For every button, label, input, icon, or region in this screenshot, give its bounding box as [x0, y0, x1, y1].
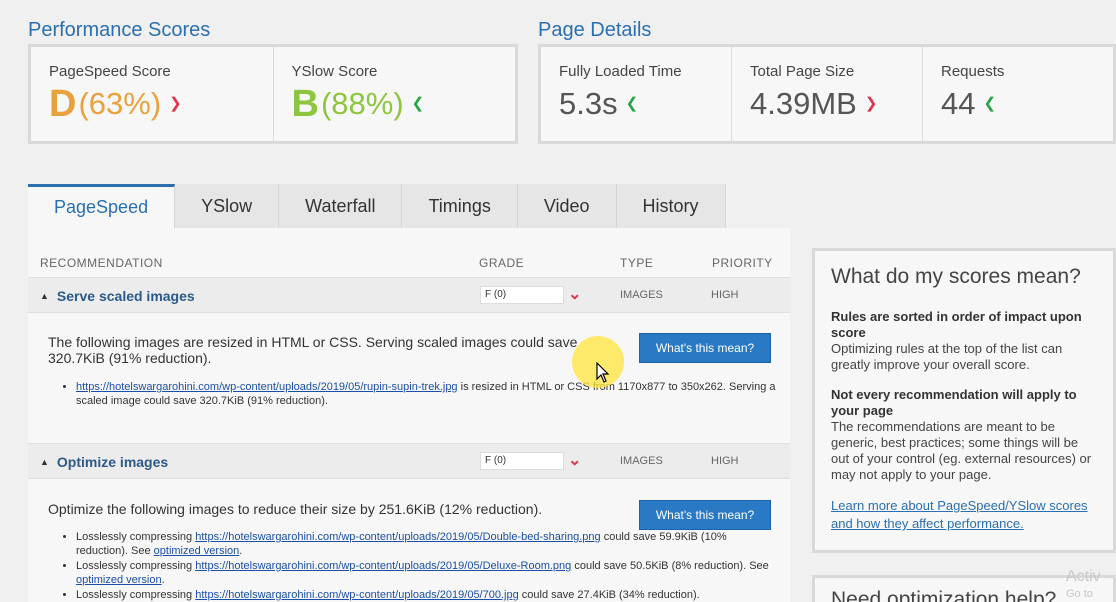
trend-up-icon: ❮ [625, 95, 639, 112]
page-size-cell: Total Page Size 4.39MB ❯ [732, 47, 923, 141]
scores-explanation-panel: What do my scores mean? Rules are sorted… [812, 248, 1116, 553]
performance-scores-panel: PageSpeed Score D (63%) ❯ YSlow Score B … [28, 44, 518, 144]
recommendation-title[interactable]: Serve scaled images [57, 288, 195, 304]
yslow-grade: B [291, 83, 319, 125]
recommendation-description: Optimize the following images to reduce … [48, 501, 543, 517]
recommendation-title[interactable]: Optimize images [57, 454, 168, 470]
pagespeed-grade: D [49, 83, 77, 125]
list-item: Losslessly compressing https://hotelswar… [76, 588, 776, 602]
sidebar-text-2: The recommendations are meant to be gene… [831, 419, 1092, 482]
requests-cell: Requests 44 ❮ [923, 47, 1113, 141]
col-header-grade: GRADE [479, 256, 525, 270]
recommendation-description: The following images are resized in HTML… [48, 334, 578, 366]
tab-timings[interactable]: Timings [402, 184, 518, 228]
recommendation-details: https://hotelswargarohini.com/wp-content… [76, 380, 776, 409]
tab-video[interactable]: Video [517, 184, 617, 228]
activation-watermark: Activ [1066, 568, 1101, 585]
recommendation-row[interactable]: ▲ Optimize images F (0) ⌄ IMAGES HIGH [28, 443, 790, 479]
collapse-caret-icon[interactable]: ▲ [40, 457, 49, 467]
expand-chevron-icon[interactable]: ⌄ [568, 284, 581, 304]
load-time-cell: Fully Loaded Time 5.3s ❮ [541, 47, 732, 141]
tab-waterfall[interactable]: Waterfall [279, 184, 403, 228]
pagespeed-score-label: PageSpeed Score [49, 63, 171, 80]
page-size-value: 4.39MB [750, 86, 857, 121]
whats-this-mean-button[interactable]: What's this mean? [639, 500, 771, 530]
grade-bar: F (0) [480, 452, 564, 470]
mouse-cursor-icon [596, 362, 610, 383]
page-details-title: Page Details [538, 19, 652, 41]
pagespeed-score-cell: PageSpeed Score D (63%) ❯ [31, 47, 274, 141]
requests-value: 44 [941, 86, 976, 121]
sidebar-text-1: Optimizing rules at the top of the list … [831, 341, 1063, 372]
list-item: https://hotelswargarohini.com/wp-content… [76, 380, 776, 408]
col-header-recommendation: RECOMMENDATION [40, 256, 163, 270]
performance-scores-title: Performance Scores [28, 19, 211, 41]
list-item: Losslessly compressing https://hotelswar… [76, 559, 776, 587]
tab-pagespeed[interactable]: PageSpeed [28, 184, 176, 228]
learn-more-link[interactable]: Learn more about PageSpeed/YSlow scores … [831, 498, 1088, 531]
col-header-type: TYPE [620, 256, 654, 270]
sidebar-title: What do my scores mean? [831, 265, 1081, 288]
recommendation-priority: HIGH [711, 455, 739, 467]
load-time-value: 5.3s [559, 86, 618, 121]
yslow-score-cell: YSlow Score B (88%) ❮ [274, 47, 516, 141]
trend-down-icon: ❯ [864, 95, 878, 112]
recommendation-row[interactable]: ▲ Serve scaled images F (0) ⌄ IMAGES HIGH [28, 277, 790, 313]
resource-link[interactable]: https://hotelswargarohini.com/wp-content… [76, 381, 458, 393]
recommendation-priority: HIGH [711, 289, 739, 301]
sidebar-heading-2: Not every recommendation will apply to y… [831, 387, 1077, 418]
list-item: Losslessly compressing https://hotelswar… [76, 530, 776, 558]
pagespeed-percent: (63%) [78, 86, 162, 121]
resource-link[interactable]: https://hotelswargarohini.com/wp-content… [195, 531, 600, 543]
tab-yslow[interactable]: YSlow [175, 184, 280, 228]
resource-link[interactable]: https://hotelswargarohini.com/wp-content… [195, 560, 571, 572]
recommendations-table: RECOMMENDATION GRADE TYPE PRIORITY ▲ Serv… [28, 228, 790, 602]
recommendation-details: Losslessly compressing https://hotelswar… [76, 530, 776, 602]
optimized-version-link[interactable]: optimized version [76, 574, 162, 586]
requests-label: Requests [941, 63, 1005, 80]
resource-link[interactable]: https://hotelswargarohini.com/wp-content… [195, 589, 519, 601]
activation-watermark-sub: Go to [1066, 588, 1093, 600]
trend-up-icon: ❮ [411, 95, 425, 112]
load-time-label: Fully Loaded Time [559, 63, 682, 80]
collapse-caret-icon[interactable]: ▲ [40, 291, 49, 301]
trend-up-icon: ❮ [983, 95, 997, 112]
yslow-percent: (88%) [320, 86, 404, 121]
whats-this-mean-button[interactable]: What's this mean? [639, 333, 771, 363]
sidebar-heading-1: Rules are sorted in order of impact upon… [831, 309, 1082, 340]
page-details-panel: Fully Loaded Time 5.3s ❮ Total Page Size… [538, 44, 1116, 144]
col-header-priority: PRIORITY [712, 256, 773, 270]
yslow-score-label: YSlow Score [291, 63, 378, 80]
trend-down-icon: ❯ [169, 95, 182, 112]
page-size-label: Total Page Size [750, 63, 855, 80]
recommendation-type: IMAGES [620, 455, 663, 467]
report-tabs: PageSpeed YSlow Waterfall Timings Video … [28, 184, 726, 228]
grade-bar: F (0) [480, 286, 564, 304]
tab-history[interactable]: History [616, 184, 726, 228]
expand-chevron-icon[interactable]: ⌄ [568, 450, 581, 470]
recommendation-type: IMAGES [620, 289, 663, 301]
optimized-version-link[interactable]: optimized version [154, 545, 240, 557]
